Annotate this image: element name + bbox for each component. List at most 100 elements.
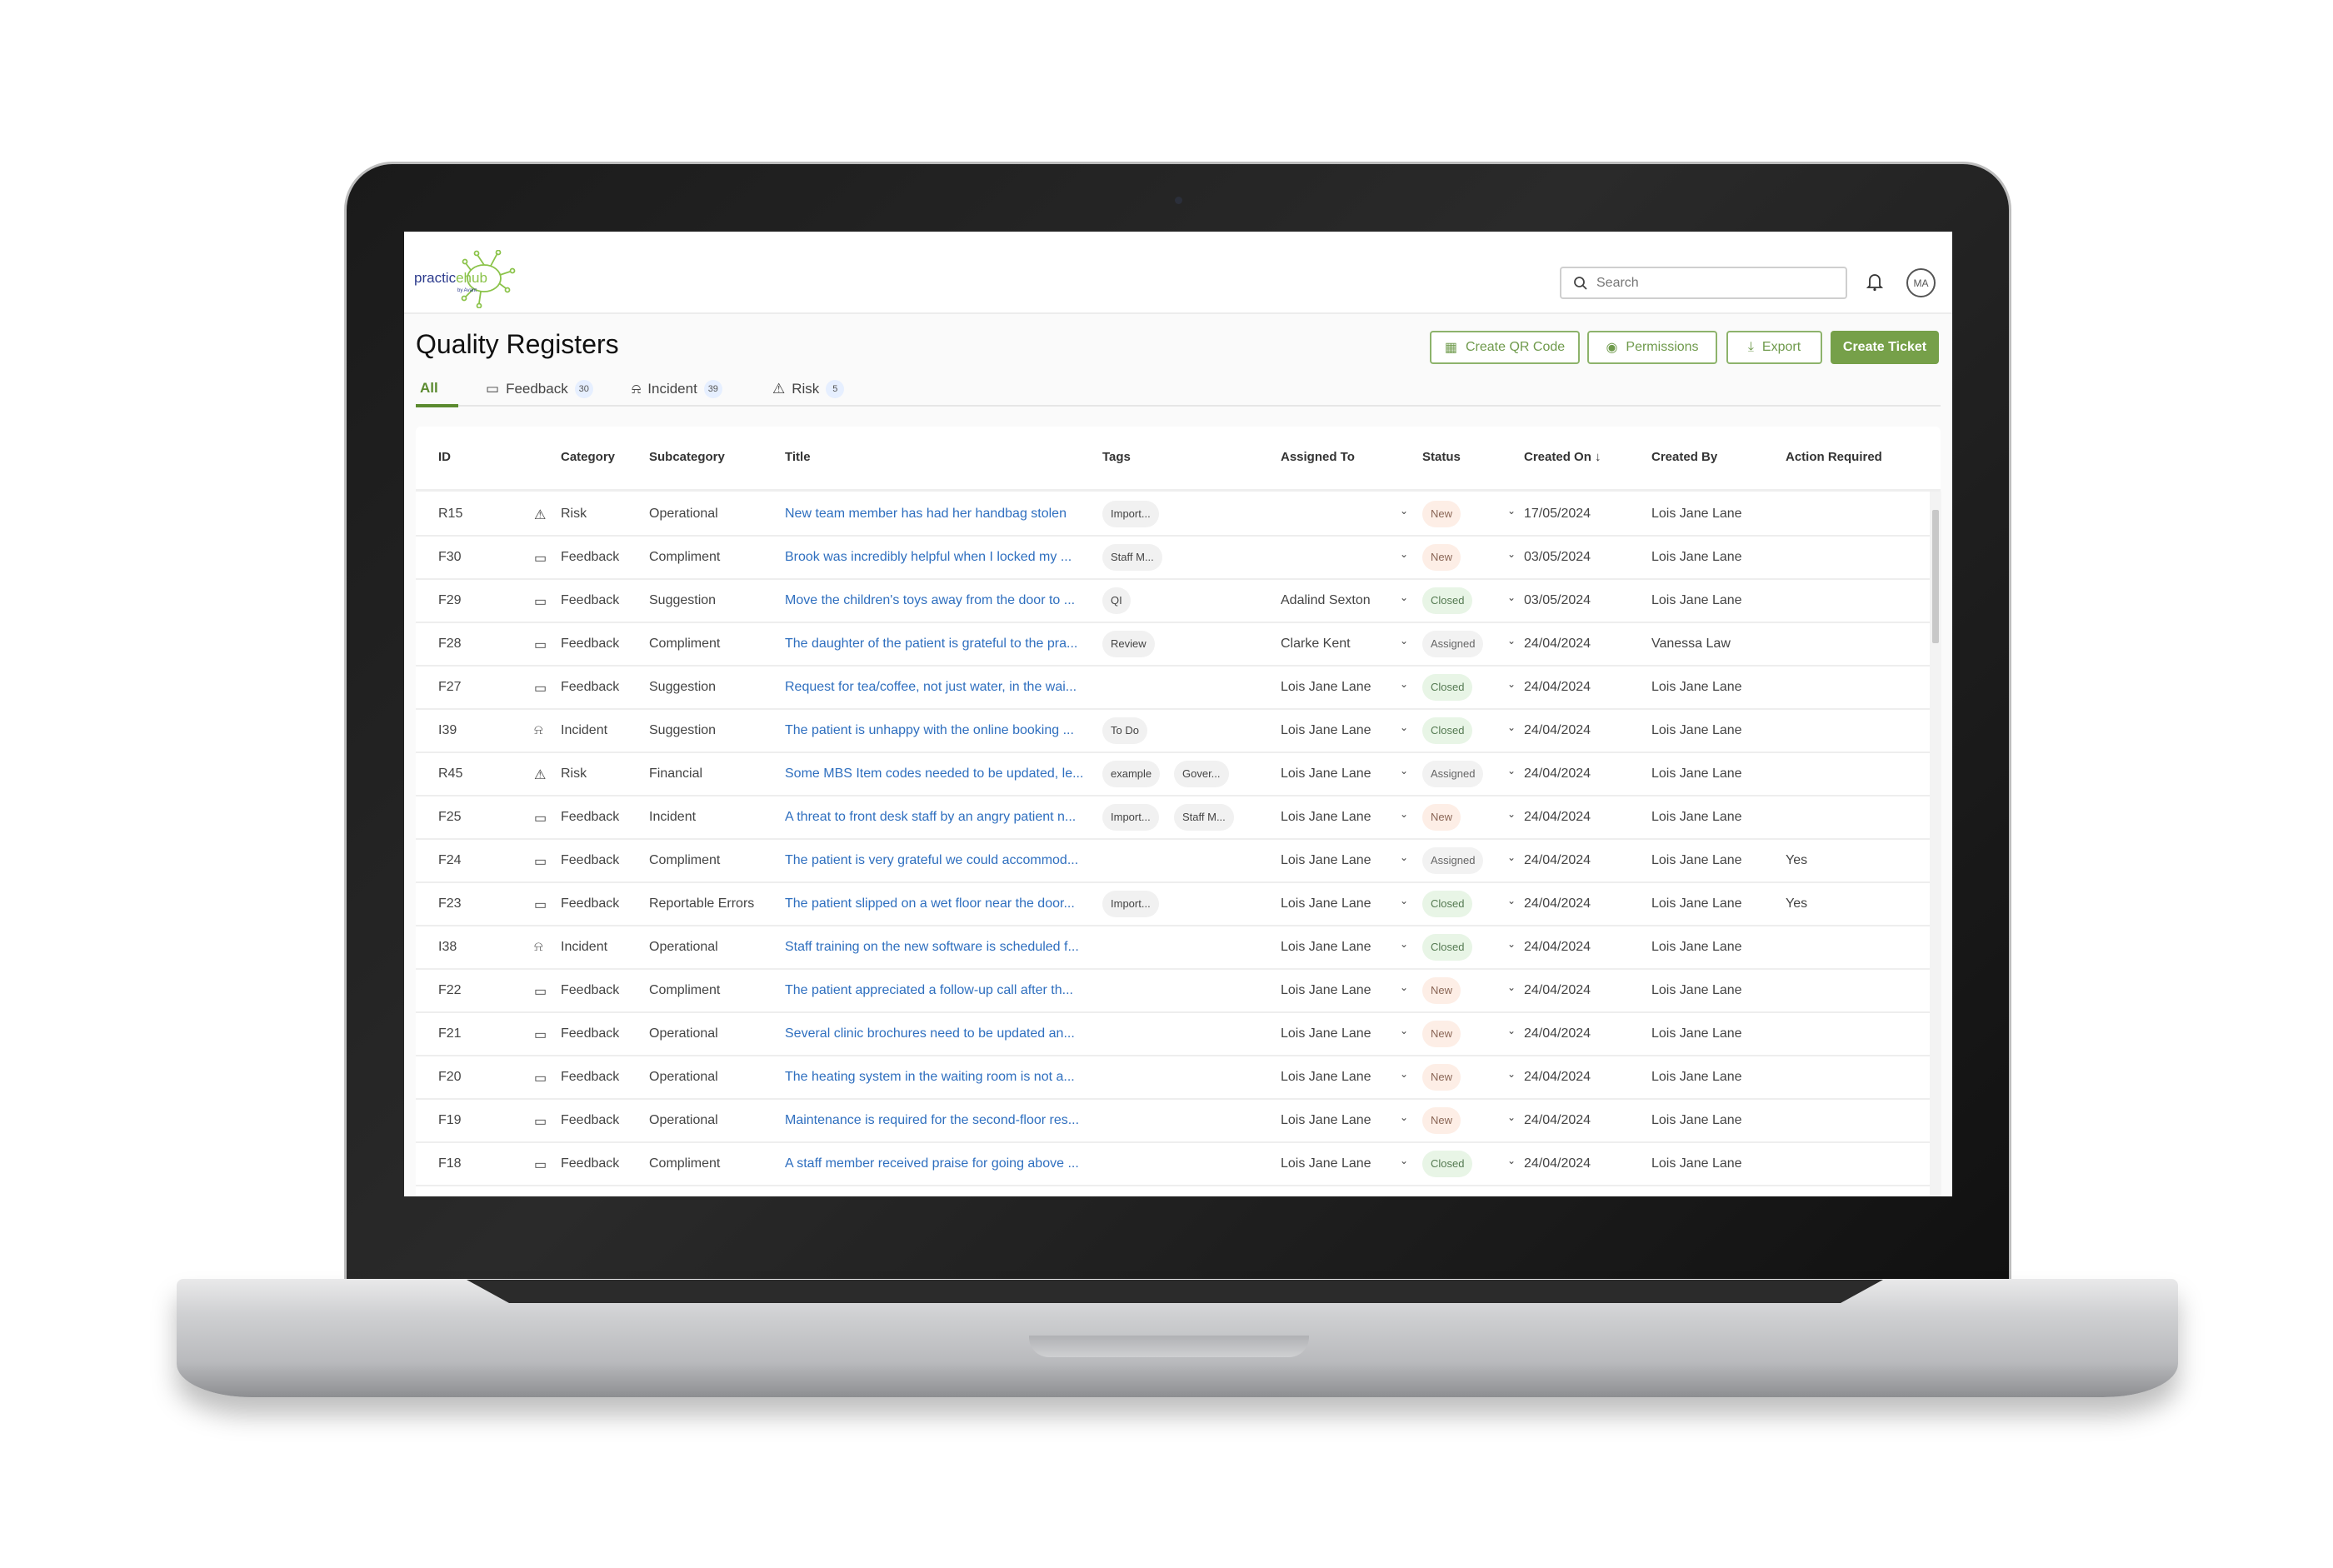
table-row[interactable]: I38 ⍾ Incident Operational Staff training on…	[416, 926, 1930, 970]
row-title-link[interactable]: Brook was incredibly helpful when I lock…	[785, 550, 1072, 565]
avatar[interactable]: MA	[1906, 268, 1936, 297]
status-dropdown-chevron-icon[interactable]: ⌄	[1507, 1025, 1516, 1036]
assignee-dropdown-chevron-icon[interactable]: ⌄	[1400, 1025, 1408, 1036]
tab-feedback[interactable]: ▭ Feedback 30	[486, 380, 593, 398]
row-title-link[interactable]: Several clinic brochures need to be upda…	[785, 1026, 1075, 1041]
row-title-link[interactable]: The heating system in the waiting room i…	[785, 1070, 1075, 1085]
tag-chip[interactable]: QI	[1102, 587, 1131, 614]
table-row[interactable]: F20 ▭ Feedback Operational The heating syste…	[416, 1056, 1930, 1100]
tag-chip[interactable]: Import...	[1102, 891, 1159, 917]
table-row[interactable]: F22 ▭ Feedback Compliment The patient apprec…	[416, 970, 1930, 1013]
column-header[interactable]: ID	[438, 450, 451, 464]
table-row[interactable]: F25 ▭ Feedback Incident A threat to front de…	[416, 796, 1930, 840]
assignee-dropdown-chevron-icon[interactable]: ⌄	[1400, 1111, 1408, 1123]
assignee-dropdown-chevron-icon[interactable]: ⌄	[1400, 1155, 1408, 1166]
table-row[interactable]: F18 ▭ Feedback Compliment A staff member rec…	[416, 1143, 1930, 1186]
practicehub-logo[interactable]: practicehub by Avant	[414, 250, 522, 308]
status-dropdown-chevron-icon[interactable]: ⌄	[1507, 548, 1516, 560]
sort-desc-icon[interactable]: ↓	[1591, 450, 1601, 464]
row-title-link[interactable]: The patient appreciated a follow-up call…	[785, 983, 1073, 998]
row-title-link[interactable]: Maintenance is required for the second-f…	[785, 1113, 1079, 1128]
table-row[interactable]: I39 ⍾ Incident Suggestion The patient is unh…	[416, 710, 1930, 753]
table-row[interactable]: F19 ▭ Feedback Operational Maintenance is re…	[416, 1100, 1930, 1143]
permissions-button[interactable]: ◉ Permissions	[1587, 331, 1717, 364]
row-title-link[interactable]: The patient is unhappy with the online b…	[785, 723, 1074, 738]
status-badge[interactable]: New	[1422, 804, 1461, 831]
row-title-link[interactable]: A threat to front desk staff by an angry…	[785, 810, 1076, 825]
create-ticket-button[interactable]: Create Ticket	[1831, 331, 1939, 364]
status-badge[interactable]: New	[1422, 544, 1461, 571]
status-dropdown-chevron-icon[interactable]: ⌄	[1507, 851, 1516, 863]
column-header[interactable]: Category	[561, 450, 615, 464]
table-row[interactable]: F29 ▭ Feedback Suggestion Move the children'…	[416, 580, 1930, 623]
column-header[interactable]: Created On ↓	[1524, 450, 1601, 464]
status-dropdown-chevron-icon[interactable]: ⌄	[1507, 1155, 1516, 1166]
assignee-dropdown-chevron-icon[interactable]: ⌄	[1400, 895, 1408, 906]
status-dropdown-chevron-icon[interactable]: ⌄	[1507, 808, 1516, 820]
table-row[interactable]: F27 ▭ Feedback Suggestion Request for tea/co…	[416, 667, 1930, 710]
status-dropdown-chevron-icon[interactable]: ⌄	[1507, 722, 1516, 733]
status-dropdown-chevron-icon[interactable]: ⌄	[1507, 1068, 1516, 1080]
status-dropdown-chevron-icon[interactable]: ⌄	[1507, 765, 1516, 777]
status-badge[interactable]: Closed	[1422, 934, 1473, 961]
table-row[interactable]: F21 ▭ Feedback Operational Several clinic br…	[416, 1013, 1930, 1056]
assignee-dropdown-chevron-icon[interactable]: ⌄	[1400, 808, 1408, 820]
assignee-dropdown-chevron-icon[interactable]: ⌄	[1400, 938, 1408, 950]
status-badge[interactable]: Closed	[1422, 717, 1473, 744]
assignee-dropdown-chevron-icon[interactable]: ⌄	[1400, 851, 1408, 863]
row-title-link[interactable]: The patient is very grateful we could ac…	[785, 853, 1078, 868]
table-row[interactable]: F23 ▭ Feedback Reportable Errors The patient…	[416, 883, 1930, 926]
status-dropdown-chevron-icon[interactable]: ⌄	[1507, 592, 1516, 603]
column-header[interactable]: Status	[1422, 450, 1461, 464]
status-badge[interactable]: Assigned	[1422, 631, 1484, 657]
tab-incident[interactable]: ⍾ Incident 39	[632, 380, 722, 398]
search-box[interactable]	[1560, 267, 1847, 299]
status-dropdown-chevron-icon[interactable]: ⌄	[1507, 1111, 1516, 1123]
assignee-dropdown-chevron-icon[interactable]: ⌄	[1400, 765, 1408, 777]
scrollbar-thumb[interactable]	[1932, 510, 1939, 643]
scrollbar[interactable]	[1930, 492, 1941, 1196]
status-badge[interactable]: Closed	[1422, 674, 1473, 701]
status-dropdown-chevron-icon[interactable]: ⌄	[1507, 505, 1516, 517]
column-header[interactable]: Assigned To	[1281, 450, 1355, 464]
status-dropdown-chevron-icon[interactable]: ⌄	[1507, 895, 1516, 906]
status-badge[interactable]: New	[1422, 501, 1461, 527]
row-title-link[interactable]: Staff training on the new software is sc…	[785, 940, 1079, 955]
table-row[interactable]: R45 ⚠ Risk Financial Some MBS Item codes nee…	[416, 753, 1930, 796]
tag-chip[interactable]: To Do	[1102, 717, 1147, 744]
column-header[interactable]: Action Required	[1786, 450, 1882, 464]
status-dropdown-chevron-icon[interactable]: ⌄	[1507, 938, 1516, 950]
tag-chip[interactable]: Import...	[1102, 804, 1159, 831]
bell-icon[interactable]	[1866, 272, 1883, 292]
column-header[interactable]: Tags	[1102, 450, 1131, 464]
tag-chip[interactable]: Staff M...	[1102, 544, 1162, 571]
column-header[interactable]: Created By	[1651, 450, 1717, 464]
export-button[interactable]: ⤓ Export	[1726, 331, 1822, 364]
status-badge[interactable]: Closed	[1422, 891, 1473, 917]
assignee-dropdown-chevron-icon[interactable]: ⌄	[1400, 548, 1408, 560]
row-title-link[interactable]: Some MBS Item codes needed to be updated…	[785, 767, 1083, 782]
table-row[interactable]: F30 ▭ Feedback Compliment Brook was incredib…	[416, 537, 1930, 580]
status-badge[interactable]: Assigned	[1422, 761, 1484, 787]
tag-chip[interactable]: Staff M...	[1174, 804, 1234, 831]
row-title-link[interactable]: A staff member received praise for going…	[785, 1156, 1079, 1171]
tag-chip[interactable]: example	[1102, 761, 1161, 787]
column-header[interactable]: Subcategory	[649, 450, 725, 464]
table-row[interactable]: F28 ▭ Feedback Compliment The daughter of th…	[416, 623, 1930, 667]
status-badge[interactable]: New	[1422, 1107, 1461, 1134]
search-input[interactable]	[1596, 275, 1830, 291]
status-badge[interactable]: Closed	[1422, 1151, 1473, 1177]
status-dropdown-chevron-icon[interactable]: ⌄	[1507, 981, 1516, 993]
status-badge[interactable]: Assigned	[1422, 847, 1484, 874]
create-qr-code-button[interactable]: ▦ Create QR Code	[1430, 331, 1580, 364]
tab-all[interactable]: All	[420, 380, 438, 397]
status-badge[interactable]: New	[1422, 977, 1461, 1004]
status-badge[interactable]: Closed	[1422, 587, 1473, 614]
row-title-link[interactable]: New team member has had her handbag stol…	[785, 507, 1067, 522]
status-dropdown-chevron-icon[interactable]: ⌄	[1507, 635, 1516, 647]
assignee-dropdown-chevron-icon[interactable]: ⌄	[1400, 505, 1408, 517]
row-title-link[interactable]: Move the children's toys away from the d…	[785, 593, 1075, 608]
assignee-dropdown-chevron-icon[interactable]: ⌄	[1400, 1068, 1408, 1080]
column-header[interactable]: Title	[785, 450, 811, 464]
status-dropdown-chevron-icon[interactable]: ⌄	[1507, 678, 1516, 690]
